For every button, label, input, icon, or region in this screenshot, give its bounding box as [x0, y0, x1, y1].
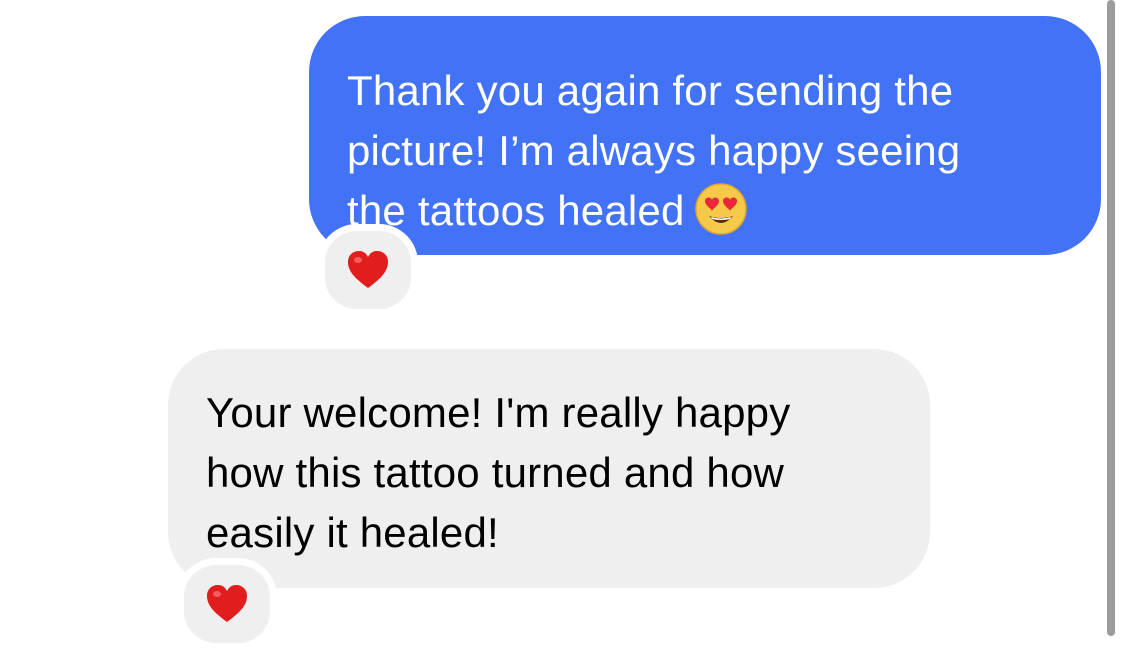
incoming-message-text: Your welcome! I'm really happy how this … [206, 389, 791, 556]
outgoing-heart-reaction[interactable] [318, 224, 418, 316]
outgoing-message-bubble[interactable]: Thank you again for sending the picture!… [309, 16, 1101, 255]
heart-icon [207, 585, 247, 622]
message-thread: Thank you again for sending the picture!… [0, 0, 1125, 660]
heart-icon [348, 251, 388, 288]
outgoing-message-text: Thank you again for sending the picture!… [347, 67, 961, 234]
heart-eyes-emoji-icon [694, 183, 747, 235]
scrollbar[interactable] [1107, 0, 1115, 636]
incoming-heart-reaction[interactable] [177, 558, 277, 650]
incoming-message-bubble[interactable]: Your welcome! I'm really happy how this … [168, 349, 930, 588]
